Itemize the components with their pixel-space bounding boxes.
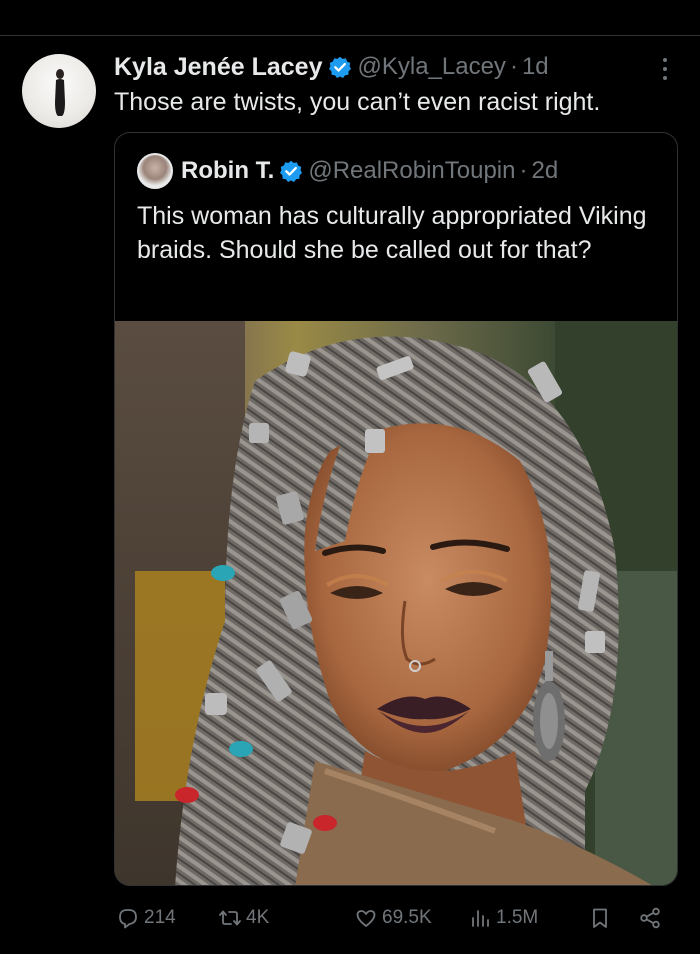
- quoted-post-text: This woman has culturally appropriated V…: [137, 202, 647, 264]
- quoted-author-avatar: [137, 153, 173, 189]
- like-button[interactable]: 69.5K: [354, 902, 432, 934]
- quoted-post-time: 2d: [531, 157, 559, 184]
- reply-icon: [119, 909, 137, 929]
- action-bar: 214 4K 69.5K 1.5M: [114, 902, 674, 934]
- quoted-post-card[interactable]: Robin T. @RealRobinToupin · 2d This woma…: [114, 132, 678, 886]
- quoted-post-photo[interactable]: [115, 321, 677, 885]
- author-handle[interactable]: @Kyla_Lacey: [357, 53, 505, 81]
- repost-icon: [219, 910, 241, 926]
- view-count: 1.5M: [496, 907, 539, 928]
- author-name[interactable]: Kyla Jenée Lacey: [114, 53, 322, 82]
- more-dot: [663, 67, 667, 71]
- post-header: Kyla Jenée Lacey @Kyla_Lacey · 1d: [114, 50, 549, 84]
- separator-dot: ·: [509, 53, 518, 80]
- repost-button[interactable]: 4K: [218, 902, 269, 934]
- quoted-post-header: Robin T. @RealRobinToupin · 2d: [137, 151, 558, 191]
- top-divider: [0, 35, 700, 36]
- portrait-illustration: [115, 321, 677, 885]
- views-chart-icon: [472, 910, 489, 927]
- author-avatar[interactable]: [22, 54, 96, 128]
- separator-dot: ·: [519, 157, 528, 184]
- post-text: Those are twists, you can’t even racist …: [114, 88, 601, 116]
- more-options-icon[interactable]: [662, 58, 668, 82]
- like-count: 69.5K: [382, 907, 432, 928]
- share-button[interactable]: [638, 902, 666, 934]
- bookmark-icon: [593, 908, 607, 928]
- repost-count: 4K: [246, 907, 270, 928]
- bookmark-button[interactable]: [588, 902, 616, 934]
- post-time[interactable]: 1d: [522, 53, 549, 81]
- verified-badge-icon: [329, 56, 352, 78]
- quoted-author-name: Robin T.: [181, 157, 275, 184]
- more-dot: [663, 76, 667, 80]
- verified-badge-icon: [280, 160, 303, 182]
- views-button[interactable]: 1.5M: [468, 902, 538, 934]
- reply-button[interactable]: 214: [116, 902, 176, 934]
- reply-count: 214: [144, 907, 176, 928]
- share-icon: [640, 907, 660, 929]
- quoted-author-handle: @RealRobinToupin: [308, 157, 516, 184]
- avatar-figure: [55, 69, 65, 116]
- heart-icon: [356, 910, 376, 927]
- more-dot: [663, 58, 667, 62]
